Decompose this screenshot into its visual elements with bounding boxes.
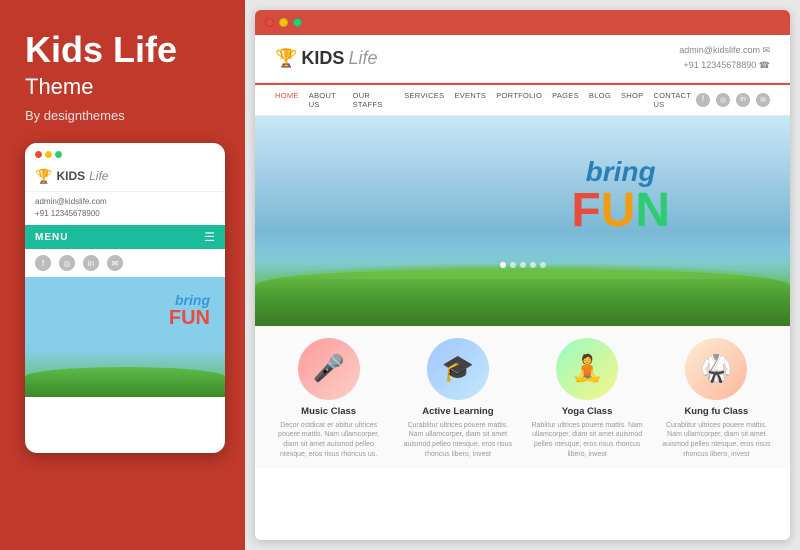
class-desc-yoga: Rablitur ultrices pouere mattis. Nam ull…: [529, 421, 646, 460]
class-item-yoga: 🧘 Yoga Class Rablitur ultrices pouere ma…: [529, 338, 646, 460]
theme-title: Kids Life: [25, 30, 220, 70]
mobile-fun-text: FUN: [169, 308, 210, 328]
mobile-linkedin-icon[interactable]: in: [83, 255, 99, 271]
life-text: Life: [348, 48, 377, 69]
mobile-dot-green: [55, 151, 62, 158]
nav-home[interactable]: HOME: [275, 91, 299, 109]
nav-portfolio[interactable]: PORTFOLIO: [496, 91, 542, 109]
site-header-wrapper: 🏆 KIDS Life admin@kidslife.com ✉ +91 123…: [255, 35, 790, 83]
class-item-kungfu: 🥋 Kung fu Class Curablitur ultrices poue…: [658, 338, 775, 460]
hero-dot-3[interactable]: [520, 262, 526, 268]
browser-top-bar: [255, 10, 790, 35]
hero-fun-text: FUN: [571, 188, 670, 234]
site-logo: 🏆 KIDS Life: [275, 48, 377, 69]
site-email: admin@kidslife.com ✉: [679, 43, 770, 58]
mobile-instagram-icon[interactable]: ◎: [59, 255, 75, 271]
browser-dot-green: [293, 18, 302, 27]
nav-pages[interactable]: PAGES: [552, 91, 579, 109]
kids-text: KIDS: [301, 48, 344, 69]
class-avatar-kungfu: 🥋: [685, 338, 747, 400]
mobile-hero: bring FUN: [25, 277, 225, 397]
hero-section: bring FUN: [255, 116, 790, 326]
mobile-mockup: 🏆 KIDS Life admin@kidslife.com +91 12345…: [25, 143, 225, 453]
theme-subtitle: Theme: [25, 74, 220, 100]
nav-contact[interactable]: CONTACT US: [653, 91, 696, 109]
nav-social: f ◎ in ✉: [696, 93, 770, 107]
nav-staffs[interactable]: OUR STAFFS: [353, 91, 395, 109]
mobile-menu-bar[interactable]: MENU ☰: [25, 225, 225, 249]
class-desc-kungfu: Curablitur ultrices pouere mattis. Nam u…: [658, 421, 775, 460]
mobile-social-bar: f ◎ in ✉: [25, 249, 225, 277]
class-name-yoga: Yoga Class: [529, 406, 646, 417]
theme-author: By designthemes: [25, 108, 220, 123]
right-panel: 🏆 KIDS Life admin@kidslife.com ✉ +91 123…: [245, 0, 800, 550]
mobile-facebook-icon[interactable]: f: [35, 255, 51, 271]
nav-facebook-icon[interactable]: f: [696, 93, 710, 107]
fun-letter-f: F: [571, 184, 600, 237]
hero-dot-5[interactable]: [540, 262, 546, 268]
fun-letter-n: N: [635, 184, 670, 237]
mobile-bring-text: bring: [169, 292, 210, 308]
nav-events[interactable]: EVENTS: [454, 91, 486, 109]
trophy-icon: 🏆: [275, 48, 297, 69]
mobile-trophy-icon: 🏆: [35, 168, 52, 185]
class-name-kungfu: Kung fu Class: [658, 406, 775, 417]
class-name-music: Music Class: [270, 406, 387, 417]
nav-blog[interactable]: BLOG: [589, 91, 611, 109]
nav-shop[interactable]: SHOP: [621, 91, 643, 109]
hero-dot-2[interactable]: [510, 262, 516, 268]
hamburger-icon[interactable]: ☰: [204, 230, 215, 244]
site-contact-info: admin@kidslife.com ✉ +91 12345678890 ☎: [679, 43, 770, 74]
browser-window: 🏆 KIDS Life admin@kidslife.com ✉ +91 123…: [255, 10, 790, 540]
classes-grid: 🎤 Music Class Decor ostdicar er abitur u…: [270, 338, 775, 460]
nav-instagram-icon[interactable]: ◎: [716, 93, 730, 107]
nav-services[interactable]: SERVICES: [404, 91, 444, 109]
nav-links: HOME ABOUT US OUR STAFFS SERVICES EVENTS…: [275, 91, 696, 109]
mobile-kids-text: KIDS: [56, 169, 85, 183]
mobile-dot-yellow: [45, 151, 52, 158]
class-avatar-music: 🎤: [298, 338, 360, 400]
site-nav: HOME ABOUT US OUR STAFFS SERVICES EVENTS…: [255, 83, 790, 116]
hero-slider-dots[interactable]: [500, 262, 546, 268]
hero-text-container: bring FUN: [571, 156, 670, 234]
mobile-hero-text: bring FUN: [169, 292, 210, 328]
browser-dot-yellow: [279, 18, 288, 27]
class-avatar-yoga: 🧘: [556, 338, 618, 400]
class-avatar-learning: 🎓: [427, 338, 489, 400]
site-header: 🏆 KIDS Life admin@kidslife.com ✉ +91 123…: [255, 35, 790, 83]
nav-about[interactable]: ABOUT US: [309, 91, 343, 109]
nav-linkedin-icon[interactable]: in: [736, 93, 750, 107]
class-desc-music: Decor ostdicar er abitur ultrices pouere…: [270, 421, 387, 460]
class-item-music: 🎤 Music Class Decor ostdicar er abitur u…: [270, 338, 387, 460]
left-panel: Kids Life Theme By designthemes 🏆 KIDS L…: [0, 0, 245, 550]
mobile-life-text: Life: [89, 169, 108, 183]
class-desc-learning: Curablitur ultrices pouere mattis. Nam u…: [399, 421, 516, 460]
site-phone: +91 12345678890 ☎: [679, 58, 770, 73]
mobile-dot-red: [35, 151, 42, 158]
mobile-site-header: 🏆 KIDS Life: [25, 162, 225, 192]
nav-rss-icon[interactable]: ✉: [756, 93, 770, 107]
mobile-contact: admin@kidslife.com +91 12345678900: [25, 192, 225, 226]
mobile-top-bar: [25, 143, 225, 162]
hero-dot-1[interactable]: [500, 262, 506, 268]
mobile-email: admin@kidslife.com: [35, 196, 215, 209]
browser-dot-red: [265, 18, 274, 27]
mobile-rss-icon[interactable]: ✉: [107, 255, 123, 271]
mobile-phone: +91 12345678900: [35, 208, 215, 221]
class-name-learning: Active Learning: [399, 406, 516, 417]
class-item-learning: 🎓 Active Learning Curablitur ultrices po…: [399, 338, 516, 460]
mobile-menu-label: MENU: [35, 232, 68, 243]
browser-content: 🏆 KIDS Life admin@kidslife.com ✉ +91 123…: [255, 35, 790, 468]
mobile-grass: [25, 367, 225, 397]
hero-dot-4[interactable]: [530, 262, 536, 268]
classes-section: 🎤 Music Class Decor ostdicar er abitur u…: [255, 326, 790, 468]
hero-grass: [255, 271, 790, 326]
fun-letter-u: U: [601, 184, 636, 237]
